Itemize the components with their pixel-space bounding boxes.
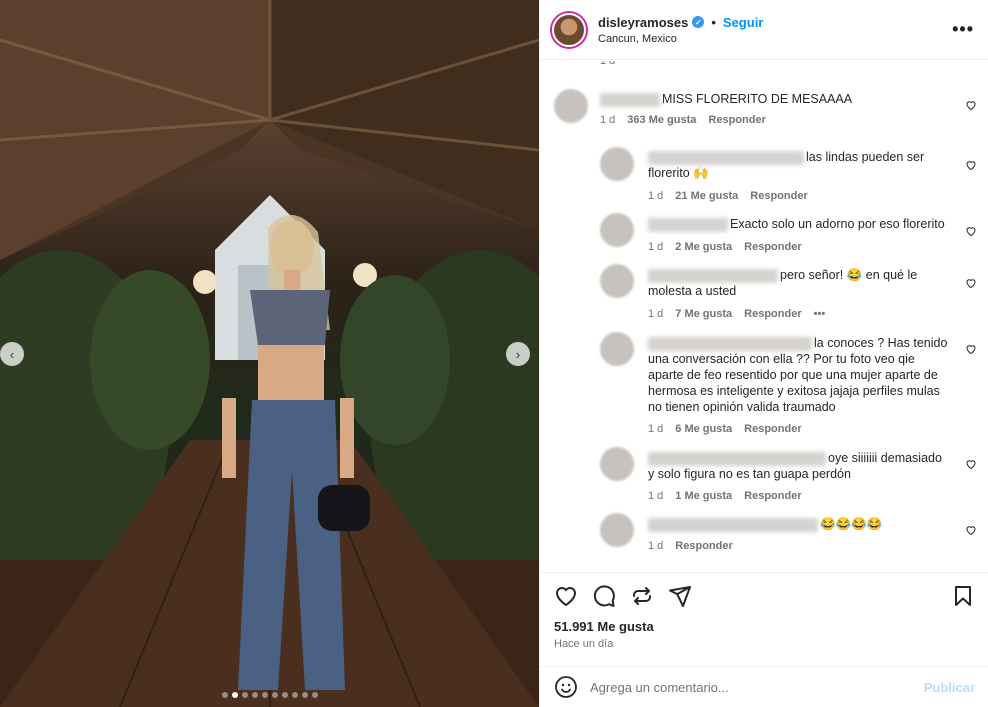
comment-time: 1 d <box>600 114 616 126</box>
comment-text: 😂😂😂😂 <box>820 517 883 531</box>
post-comment-button[interactable]: Publicar <box>924 680 975 695</box>
save-bookmark-icon[interactable] <box>951 584 975 608</box>
carousel-dot <box>282 692 288 698</box>
blurred-username <box>648 451 826 466</box>
more-options-icon[interactable]: ••• <box>952 19 974 40</box>
post-timestamp: Hace un día <box>554 638 614 650</box>
reply-button[interactable]: Responder <box>744 241 801 253</box>
post-location[interactable]: Cancun, Mexico <box>598 33 952 45</box>
comment-text-line: una conversación con ella ?? Por tu foto… <box>648 352 915 366</box>
comment-likes[interactable]: 7 Me gusta <box>675 308 732 320</box>
commenter-avatar[interactable] <box>600 332 634 366</box>
commenter-avatar[interactable] <box>600 147 634 181</box>
comment-more-icon[interactable]: ••• <box>814 308 826 320</box>
likes-count[interactable]: 51.991 Me gusta <box>554 619 654 634</box>
comment-text: Exacto solo un adorno por eso florerito <box>730 217 945 231</box>
comment-time: 1 d <box>648 241 664 253</box>
comment-text: la conoces ? Has tenido <box>814 336 948 350</box>
blurred-username <box>648 268 778 283</box>
comment-time: 1 d <box>648 540 664 552</box>
reply-button[interactable]: Responder <box>744 490 801 502</box>
blurred-username <box>648 336 812 351</box>
commenter-avatar[interactable] <box>600 213 634 247</box>
like-comment-icon[interactable] <box>965 524 977 536</box>
like-comment-icon[interactable] <box>965 225 977 237</box>
carousel-prev-button[interactable]: ‹ <box>0 342 24 366</box>
carousel-dot <box>292 692 298 698</box>
commenter-avatar[interactable] <box>600 513 634 547</box>
comment-text-continued: y solo figura no es tan guapa perdón <box>648 467 851 481</box>
blurred-username <box>600 92 660 107</box>
like-comment-icon[interactable] <box>965 343 977 355</box>
comment-time: 1 d <box>648 308 664 320</box>
carousel-dot <box>252 692 258 698</box>
carousel-next-button[interactable]: › <box>506 342 530 366</box>
comment-time: 1 d <box>648 490 664 502</box>
emoji-icon[interactable] <box>554 675 578 699</box>
comment-text: las lindas pueden ser <box>806 150 925 164</box>
author-username[interactable]: disleyramoses <box>598 15 688 30</box>
verified-badge-icon: ✓ <box>692 16 705 28</box>
comment-time: 1 d <box>648 190 664 202</box>
comment-time: 1 d <box>648 423 664 435</box>
carousel-dot <box>272 692 278 698</box>
share-send-icon[interactable] <box>668 584 692 608</box>
like-comment-icon[interactable] <box>965 99 977 111</box>
add-comment-bar: Publicar <box>540 666 988 707</box>
post-actions <box>540 572 988 618</box>
carousel-dot <box>232 692 238 698</box>
reply-button[interactable]: Responder <box>675 540 732 552</box>
comment-likes[interactable]: 6 Me gusta <box>675 423 732 435</box>
comment-text-continued: molesta a usted <box>648 284 737 298</box>
carousel-dot <box>262 692 268 698</box>
separator-dot: • <box>711 14 716 30</box>
like-comment-icon[interactable] <box>965 458 977 470</box>
comment-likes[interactable]: 21 Me gusta <box>675 190 738 202</box>
post-photo[interactable]: ‹ › <box>0 0 539 707</box>
reply-button[interactable]: Responder <box>750 190 807 202</box>
follow-button[interactable]: Seguir <box>723 15 763 30</box>
carousel-dot <box>242 692 248 698</box>
comment-likes[interactable]: 363 Me gusta <box>627 114 696 126</box>
repost-icon[interactable] <box>630 584 654 608</box>
reply-button[interactable]: Responder <box>744 423 801 435</box>
comment-likes[interactable]: 2 Me gusta <box>675 241 732 253</box>
like-comment-icon[interactable] <box>965 159 977 171</box>
comment-text-continued: florerito 🙌 <box>648 166 709 180</box>
comment-input[interactable] <box>590 679 924 695</box>
comment-bubble-icon[interactable] <box>592 584 616 608</box>
post-panel: disleyramoses ✓ • Seguir Cancun, Mexico … <box>539 0 988 707</box>
comment-text-line: hermosa es inteligente y exitosa jajaja … <box>648 384 940 398</box>
reply-button[interactable]: Responder <box>708 114 765 126</box>
commenter-avatar[interactable] <box>600 447 634 481</box>
photo-illustration <box>0 0 539 707</box>
carousel-dot <box>222 692 228 698</box>
like-heart-icon[interactable] <box>554 584 578 608</box>
comment-text-line: aparte de feo resentido por que una muje… <box>648 368 938 382</box>
comment-text: MISS FLORERITO DE MESAAAA <box>662 92 853 106</box>
post-header: disleyramoses ✓ • Seguir Cancun, Mexico … <box>540 0 988 60</box>
comment-text: pero señor! 😂 en qué le <box>780 268 918 282</box>
like-comment-icon[interactable] <box>965 277 977 289</box>
carousel-dot <box>302 692 308 698</box>
comment-text-line: no tienen opinión valida traumado <box>648 400 836 414</box>
commenter-avatar[interactable] <box>600 264 634 298</box>
comment-time: 1 d <box>600 61 616 67</box>
carousel-indicator <box>222 692 318 698</box>
commenter-avatar[interactable] <box>554 89 588 123</box>
carousel-dot <box>312 692 318 698</box>
blurred-username <box>648 517 818 532</box>
reply-button[interactable]: Responder <box>744 308 801 320</box>
author-avatar[interactable] <box>552 12 586 47</box>
blurred-username <box>648 217 728 232</box>
blurred-username <box>648 150 804 165</box>
comments-list[interactable]: 1 d MISS FLORERITO DE MESAAAA 1 d 363 Me… <box>540 61 988 569</box>
comment-text: oye siiiiiii demasiado <box>828 451 942 465</box>
comment-likes[interactable]: 1 Me gusta <box>675 490 732 502</box>
